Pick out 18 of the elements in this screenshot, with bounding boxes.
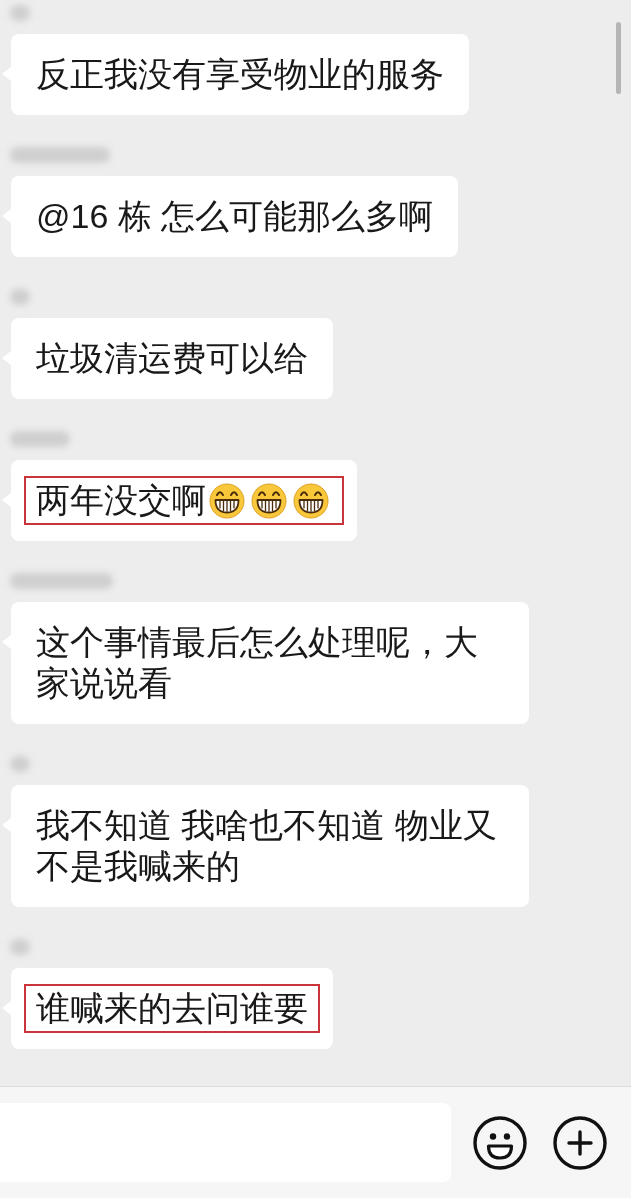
message-text: 垃圾清运费可以给 [36, 339, 308, 377]
scrollbar [616, 22, 621, 94]
message-text: 反正我没有享受物业的服务 [36, 55, 444, 93]
blurred-name [10, 431, 70, 447]
message-text: 这个事情最后怎么处理呢，大家说说看 [36, 623, 478, 702]
message-text: 我不知道 我啥也不知道 物业又不是我喊来的 [36, 806, 497, 885]
grinning-face-icon [209, 483, 245, 519]
smiley-icon[interactable] [473, 1115, 527, 1170]
blurred-name [10, 756, 30, 772]
blurred-name [10, 939, 30, 955]
message-text: 谁喊来的去问谁要 [36, 989, 308, 1027]
grinning-face-icon [293, 483, 329, 519]
message-text: @16 栋 怎么可能那么多啊 [36, 197, 434, 235]
plus-icon[interactable] [553, 1115, 607, 1170]
grinning-face-icon [251, 483, 287, 519]
blurred-name [10, 289, 30, 305]
message-text: 两年没交啊 [36, 481, 206, 519]
blurred-name [10, 5, 30, 21]
